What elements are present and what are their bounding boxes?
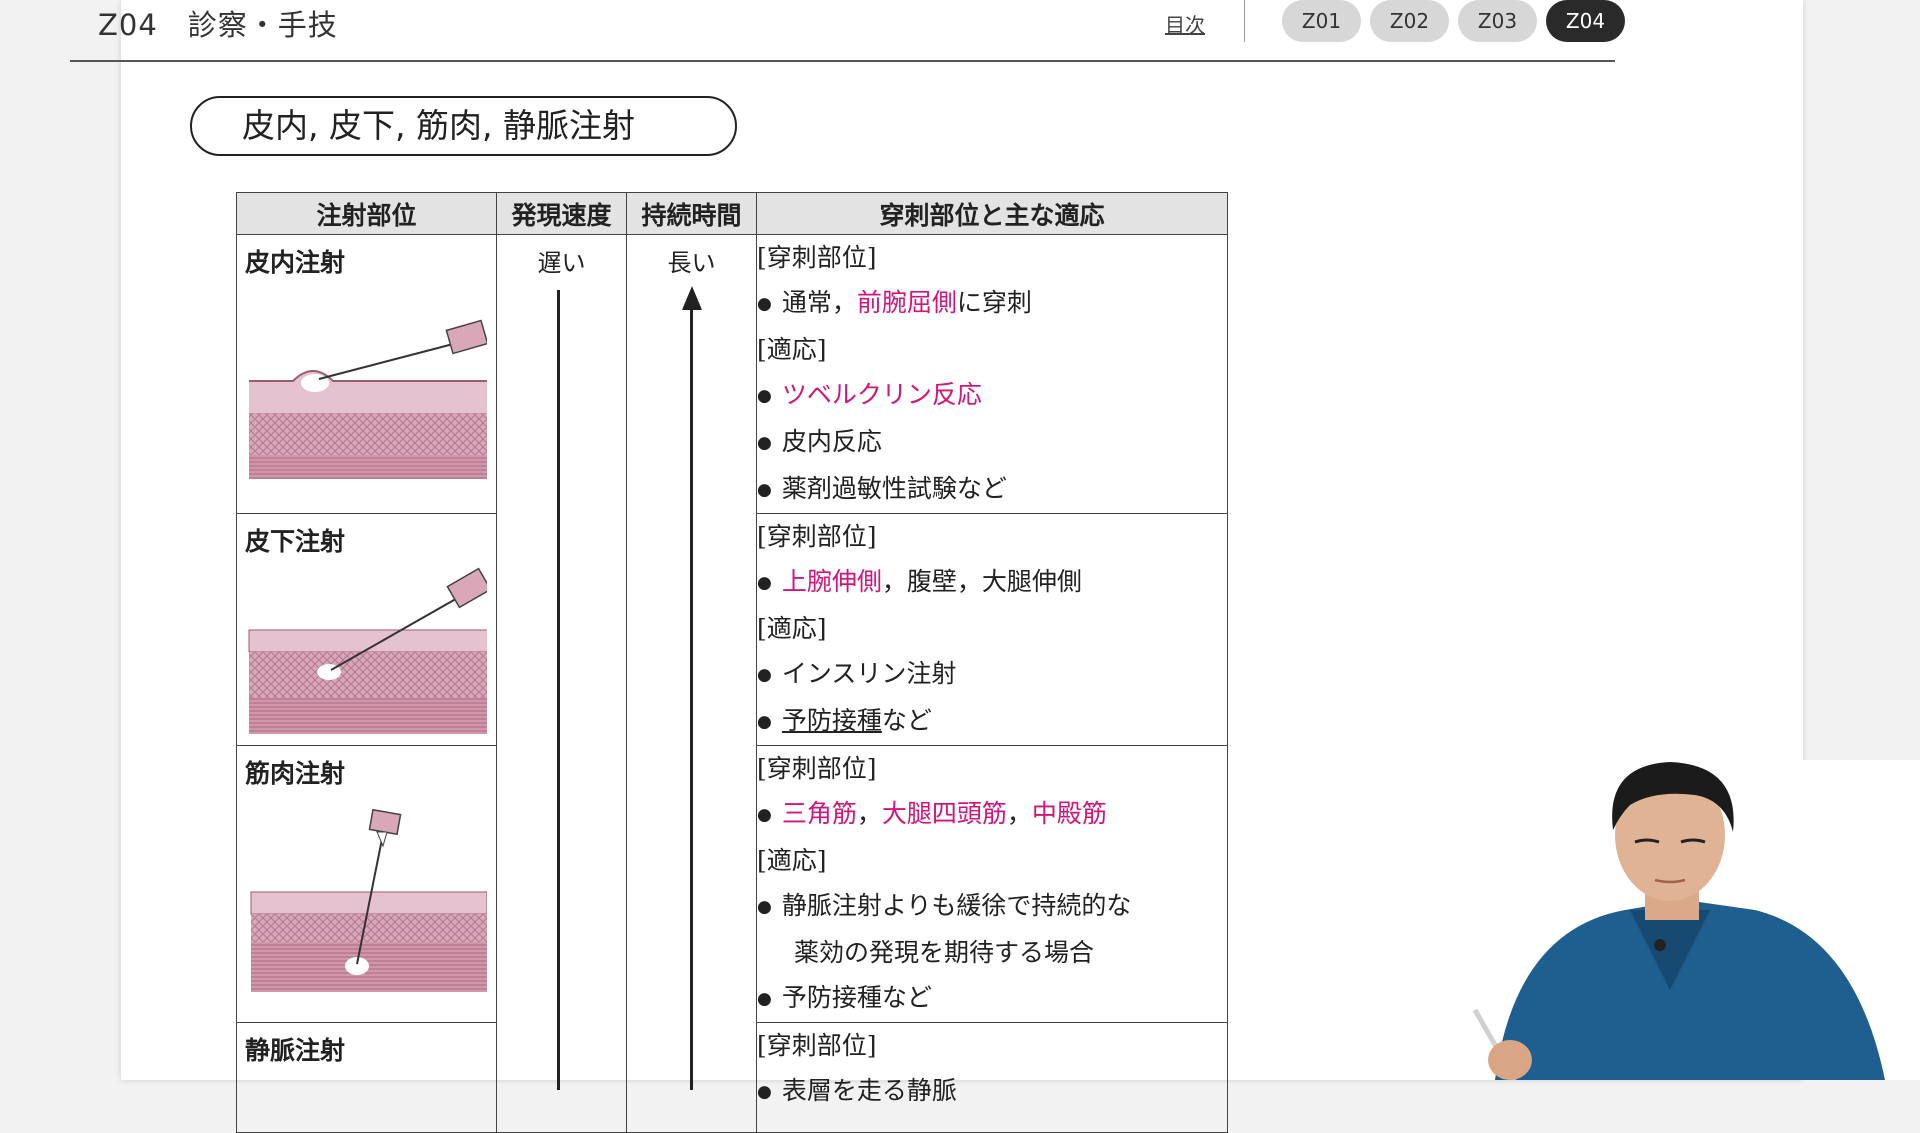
tag-indication: [適応] (757, 846, 827, 875)
list-item: 静脈注射よりも緩徐で持続的な (757, 883, 1227, 930)
table-header-row: 注射部位 発現速度 持続時間 穿刺部位と主な適応 (236, 192, 1228, 235)
site-cell: 皮内注射 (236, 234, 497, 514)
col-header-duration: 持続時間 (626, 192, 757, 235)
list-item: 通常，前腕屈側に穿刺 (757, 280, 1227, 327)
subcutaneous-illustration (248, 567, 487, 734)
arrow-up-icon (682, 286, 702, 310)
tag-site: [穿刺部位] (757, 522, 877, 551)
tag-site: [穿刺部位] (757, 754, 877, 783)
site-cell: 皮下注射 (236, 513, 497, 746)
site-cell: 静脈注射 (236, 1022, 497, 1133)
site-cell: 筋肉注射 (236, 745, 497, 1023)
site-name: 皮内注射 (245, 248, 346, 277)
list-item: 上腕伸側，腹壁，大腿伸側 (757, 559, 1227, 606)
col-header-site: 注射部位 (236, 192, 497, 235)
detail-cell: [穿刺部位] 三角筋，大腿四頭筋，中殿筋 [適応] 静脈注射よりも緩徐で持続的な… (756, 745, 1228, 1023)
list-item-continued: 薬効の発現を期待する場合 (794, 938, 1095, 967)
chip-z01[interactable]: Z01 (1282, 0, 1361, 42)
toc-link[interactable]: 目次 (1165, 9, 1205, 38)
chip-z04[interactable]: Z04 (1546, 0, 1625, 42)
list-item: 予防接種など (757, 975, 1227, 1022)
section-title: 皮内, 皮下, 筋肉, 静脈注射 (190, 96, 737, 156)
site-name: 静脈注射 (245, 1036, 346, 1065)
header-divider (1244, 0, 1245, 42)
chip-z03[interactable]: Z03 (1458, 0, 1537, 42)
intramuscular-illustration (250, 808, 487, 992)
site-name: 筋肉注射 (245, 759, 346, 788)
list-item: 三角筋，大腿四頭筋，中殿筋 (757, 791, 1227, 838)
intradermal-illustration (249, 319, 487, 479)
list-item: インスリン注射 (757, 651, 1227, 698)
tag-indication: [適応] (757, 335, 827, 364)
presenter-video (1455, 760, 1920, 1080)
chapter-title: Z04 診察・手技 (98, 8, 338, 42)
list-item: 薬剤過敏性試験など (757, 466, 1227, 513)
tag-site: [穿刺部位] (757, 243, 877, 272)
duration-label: 長い (667, 249, 716, 277)
chip-z02[interactable]: Z02 (1370, 0, 1449, 42)
list-item: 表層を走る静脈 (757, 1068, 1227, 1115)
col-header-detail: 穿刺部位と主な適応 (756, 192, 1228, 235)
duration-line (690, 306, 693, 1090)
site-name: 皮下注射 (245, 527, 346, 556)
list-item: 予防接種など (757, 698, 1227, 745)
detail-cell: [穿刺部位] 表層を走る静脈 (756, 1022, 1228, 1133)
injection-table: 注射部位 発現速度 持続時間 穿刺部位と主な適応 皮内注射 遅い 長い [穿刺部… (236, 192, 1228, 1133)
speed-cell: 遅い (496, 234, 627, 1133)
detail-cell: [穿刺部位] 上腕伸側，腹壁，大腿伸側 [適応] インスリン注射 予防接種など (756, 513, 1228, 746)
table-row: 皮内注射 遅い 長い [穿刺部位] ● 通常，前腕屈側に穿刺 [適応] ● ツベ… (236, 234, 1228, 1133)
list-item: 皮内反応 (757, 419, 1227, 466)
detail-cell: [穿刺部位] 通常，前腕屈側に穿刺 [適応] ツベルクリン反応 皮内反応 薬剤過… (756, 234, 1228, 514)
tag-indication: [適応] (757, 614, 827, 643)
col-header-speed: 発現速度 (496, 192, 627, 235)
tag-site: [穿刺部位] (757, 1031, 877, 1060)
list-item: ツベルクリン反応 (757, 372, 1227, 419)
speed-label: 遅い (537, 249, 586, 277)
page-header: Z04 診察・手技 目次 Z01 Z02 Z03 Z04 (70, 0, 1625, 62)
speed-line (557, 290, 560, 1090)
